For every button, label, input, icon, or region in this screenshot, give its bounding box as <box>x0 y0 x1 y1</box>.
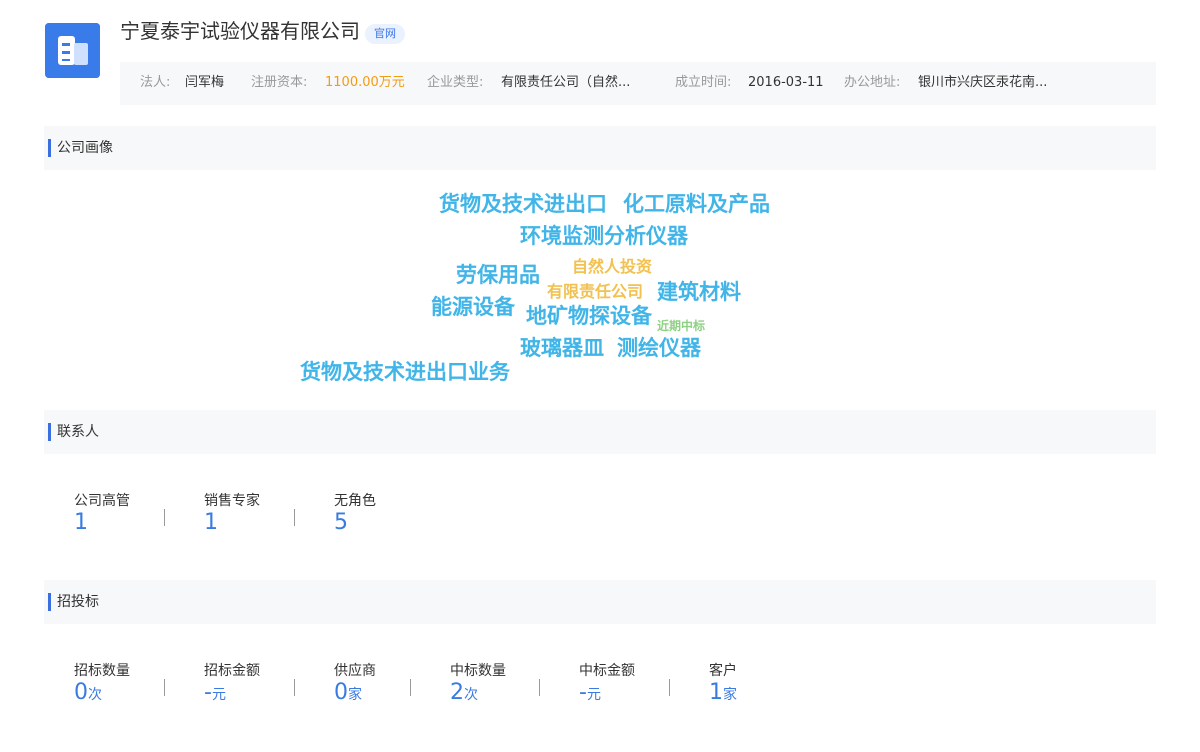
tag-recent-bid-won[interactable]: 近期中标 <box>657 320 705 332</box>
tag-energy-equipment[interactable]: 能源设备 <box>431 297 515 318</box>
stat-unit: 次 <box>464 687 478 703</box>
tag-labor-protection[interactable]: 劳保用品 <box>456 265 540 286</box>
tag-chemical-materials[interactable]: 化工原料及产品 <box>623 194 770 215</box>
contact-stat-sales[interactable]: 销售专家 1 <box>204 492 260 536</box>
address-label: 办公地址: <box>844 75 901 90</box>
company-logo <box>45 23 100 78</box>
stat-value: 0 <box>334 680 348 705</box>
stat-divider <box>164 679 165 696</box>
stat-value: 0 <box>74 680 88 705</box>
legal-person-label: 法人: <box>140 75 171 90</box>
tag-geological-equipment[interactable]: 地矿物探设备 <box>526 306 652 327</box>
stat-divider <box>294 509 295 526</box>
bid-stat-customers[interactable]: 客户 1家 <box>709 662 737 706</box>
bid-stat-tender-count[interactable]: 招标数量 0次 <box>74 662 130 706</box>
stat-unit: 家 <box>723 687 737 703</box>
bid-stat-won-count[interactable]: 中标数量 2次 <box>450 662 506 706</box>
contact-stat-executives[interactable]: 公司高管 1 <box>74 492 130 536</box>
stat-unit: 元 <box>211 687 226 703</box>
stat-unit: 家 <box>348 687 362 703</box>
stat-divider <box>669 679 670 696</box>
stat-divider <box>164 509 165 526</box>
legal-person-value: 闫军梅 <box>185 75 225 90</box>
stat-divider <box>294 679 295 696</box>
stat-label: 招标金额 <box>204 663 260 679</box>
section-title: 联系人 <box>57 424 99 440</box>
tag-limited-liability[interactable]: 有限责任公司 <box>547 284 643 300</box>
section-title: 公司画像 <box>57 140 113 156</box>
stat-divider <box>410 679 411 696</box>
stat-label: 无角色 <box>334 493 376 509</box>
bid-stat-suppliers[interactable]: 供应商 0家 <box>334 662 376 706</box>
stat-value: 1 <box>74 510 88 535</box>
stat-label: 中标金额 <box>579 663 635 679</box>
stat-value: 5 <box>334 510 348 535</box>
stat-unit: 次 <box>88 687 102 703</box>
tag-glassware[interactable]: 玻璃器皿 <box>520 338 604 359</box>
company-name: 宁夏泰宇试验仪器有限公司 <box>120 19 360 43</box>
capital-value: 1100.00万元 <box>325 75 405 90</box>
stat-value: 2 <box>450 680 464 705</box>
company-type-value: 有限责任公司（自然... <box>501 75 631 90</box>
tag-import-export[interactable]: 货物及技术进出口 <box>439 194 607 215</box>
capital-label: 注册资本: <box>251 75 308 90</box>
section-bidding: 招投标 <box>44 580 1156 624</box>
stat-value: 1 <box>709 680 723 705</box>
founded-label: 成立时间: <box>675 75 732 90</box>
stat-label: 公司高管 <box>74 493 130 509</box>
section-marker <box>48 139 51 157</box>
section-marker <box>48 593 51 611</box>
stat-value: - <box>204 680 212 705</box>
stat-unit: 元 <box>586 687 601 703</box>
tag-surveying-instruments[interactable]: 测绘仪器 <box>617 338 701 359</box>
company-info-bar: 法人: 闫军梅 注册资本: 1100.00万元 企业类型: 有限责任公司（自然.… <box>120 62 1156 105</box>
official-site-badge[interactable]: 官网 <box>365 24 405 44</box>
tag-environment-monitoring[interactable]: 环境监测分析仪器 <box>520 226 688 247</box>
section-marker <box>48 423 51 441</box>
bid-stat-won-amount[interactable]: 中标金额 -元 <box>579 662 635 706</box>
building-logo-icon <box>45 23 100 78</box>
stat-value: - <box>579 680 587 705</box>
stat-label: 中标数量 <box>450 663 506 679</box>
founded-value: 2016-03-11 <box>748 75 824 90</box>
section-title: 招投标 <box>57 594 99 610</box>
bid-stat-tender-amount[interactable]: 招标金额 -元 <box>204 662 260 706</box>
tag-import-export-business[interactable]: 货物及技术进出口业务 <box>300 362 510 383</box>
stat-divider <box>539 679 540 696</box>
section-contacts: 联系人 <box>44 410 1156 454</box>
stat-value: 1 <box>204 510 218 535</box>
stat-label: 供应商 <box>334 663 376 679</box>
stat-label: 销售专家 <box>204 493 260 509</box>
section-company-portrait: 公司画像 <box>44 126 1156 170</box>
company-type-label: 企业类型: <box>427 75 484 90</box>
stat-label: 客户 <box>709 663 737 679</box>
stat-label: 招标数量 <box>74 663 130 679</box>
contact-stat-no-role[interactable]: 无角色 5 <box>334 492 376 536</box>
address-value: 银川市兴庆区汞花南... <box>918 75 1048 90</box>
tag-building-materials[interactable]: 建筑材料 <box>657 282 741 303</box>
tag-natural-person-investment[interactable]: 自然人投资 <box>572 259 652 275</box>
